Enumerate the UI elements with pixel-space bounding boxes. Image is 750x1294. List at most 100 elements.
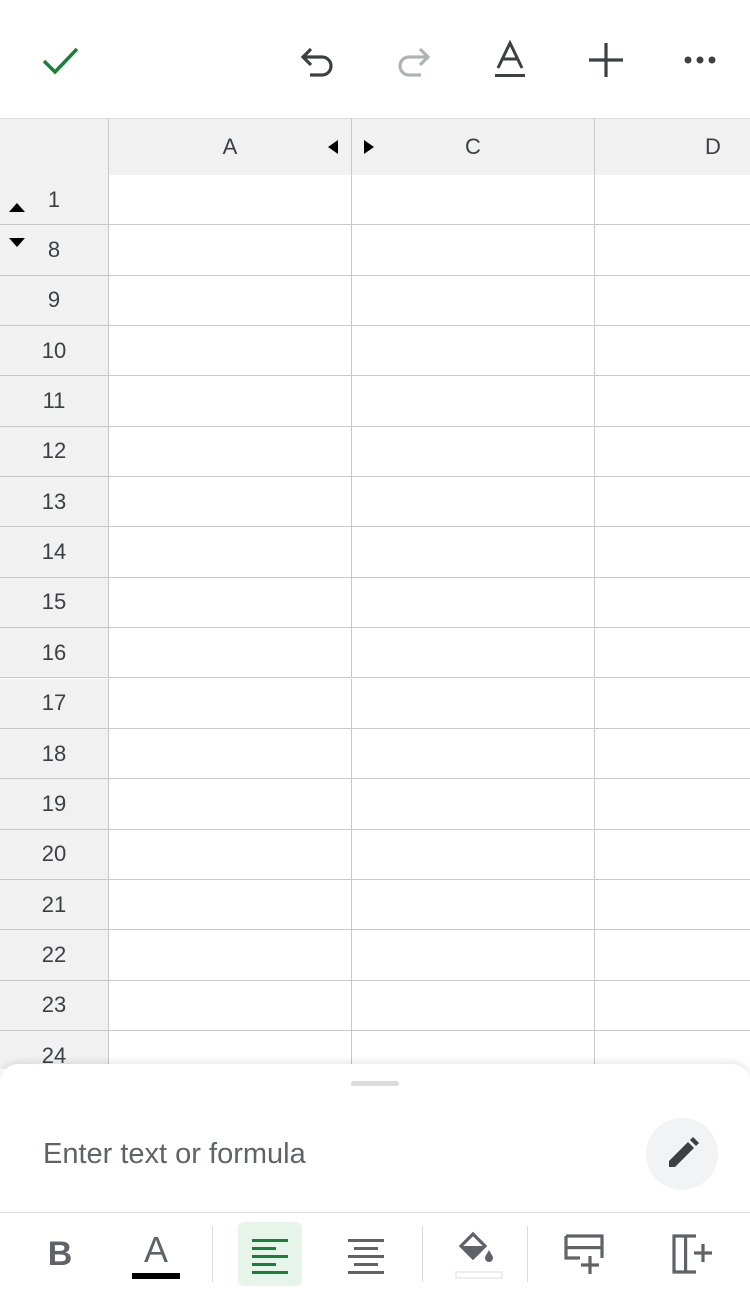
sheets-app: A C D 1 8 9 10 11 12 13 14 15 16 17 18 19 20 21 22 23 24 … [0, 0, 750, 1294]
edit-cell-button[interactable] [646, 1118, 718, 1190]
grid-cell[interactable] [352, 477, 595, 528]
bold-button[interactable]: B [28, 1222, 92, 1286]
grid-cell[interactable] [595, 326, 750, 377]
grid-cell[interactable] [352, 628, 595, 679]
grid-cell[interactable] [109, 527, 352, 578]
insert-column-button[interactable] [660, 1222, 724, 1286]
grid-cell[interactable] [595, 577, 750, 629]
row-header[interactable]: 20 [0, 829, 109, 880]
grid-cell[interactable] [109, 879, 352, 931]
row-header[interactable]: 18 [0, 728, 109, 780]
row-header[interactable]: 16 [0, 628, 109, 679]
grid-cell[interactable] [109, 980, 352, 1031]
grid-cell[interactable] [109, 628, 352, 679]
grid-cell[interactable] [352, 326, 595, 377]
redo-button[interactable] [383, 30, 443, 90]
unhide-column-right-icon[interactable] [364, 140, 374, 154]
insert-button[interactable] [576, 30, 636, 90]
grid-cell[interactable] [352, 426, 595, 478]
grid-cell[interactable] [109, 326, 352, 377]
formula-input[interactable]: Enter text or formula [43, 1136, 306, 1172]
grid-cell[interactable] [352, 930, 595, 981]
row-header[interactable]: 22 [0, 930, 109, 981]
more-options-button[interactable] [672, 30, 732, 90]
row-header[interactable]: 8 [0, 225, 109, 276]
separator [527, 1226, 528, 1282]
grid-cell[interactable] [595, 779, 750, 830]
row-header[interactable]: 11 [0, 376, 109, 427]
select-all-corner[interactable] [0, 119, 109, 175]
grid-cell[interactable] [352, 728, 595, 780]
row-header[interactable]: 19 [0, 779, 109, 830]
grid-cell[interactable] [595, 980, 750, 1031]
grid-cell[interactable] [595, 426, 750, 478]
grid-cell[interactable] [109, 678, 352, 729]
grid-cell[interactable] [595, 930, 750, 981]
grid-cell[interactable] [595, 275, 750, 327]
align-center-button[interactable] [334, 1222, 398, 1286]
grid-cell[interactable] [352, 527, 595, 578]
text-format-button[interactable] [480, 30, 540, 90]
insert-row-button[interactable] [552, 1222, 616, 1286]
row-header[interactable]: 21 [0, 879, 109, 931]
column-label: C [465, 134, 481, 159]
row-label: 22 [41, 941, 67, 967]
row-header[interactable]: 10 [0, 326, 109, 377]
grid-cell[interactable] [109, 225, 352, 276]
grid-cell[interactable] [595, 477, 750, 528]
grid-cell[interactable] [595, 225, 750, 276]
column-header-d[interactable]: D [595, 119, 750, 175]
row-header[interactable]: 17 [0, 678, 109, 729]
column-header-c[interactable]: C [352, 119, 595, 175]
row-header[interactable]: 15 [0, 577, 109, 629]
grid-cell[interactable] [595, 376, 750, 427]
grid-cell[interactable] [109, 930, 352, 981]
unhide-row-down-icon[interactable] [9, 238, 25, 247]
grid-cell[interactable] [109, 175, 352, 226]
grid-cell[interactable] [352, 879, 595, 931]
grid-cell[interactable] [109, 829, 352, 880]
row-label: 19 [41, 790, 67, 816]
grid-cell[interactable] [595, 175, 750, 226]
grid-cell[interactable] [352, 577, 595, 629]
grid-cell[interactable] [352, 779, 595, 830]
row-header[interactable]: 14 [0, 527, 109, 578]
grid-cell[interactable] [109, 577, 352, 629]
grid-cell[interactable] [352, 980, 595, 1031]
row-header[interactable]: 23 [0, 980, 109, 1031]
grid-cell[interactable] [109, 477, 352, 528]
grid-cell[interactable] [352, 175, 595, 226]
undo-button[interactable] [288, 30, 348, 90]
row-header[interactable]: 9 [0, 275, 109, 327]
grid-cell[interactable] [352, 829, 595, 880]
grid-cell[interactable] [109, 275, 352, 327]
grid-cell[interactable] [109, 376, 352, 427]
row-header[interactable]: 13 [0, 477, 109, 528]
grid-cell[interactable] [595, 527, 750, 578]
unhide-column-left-icon[interactable] [328, 140, 338, 154]
align-left-button[interactable] [238, 1222, 302, 1286]
grid-cell[interactable] [595, 678, 750, 729]
grid-cell[interactable] [352, 678, 595, 729]
add-icon [589, 43, 623, 77]
text-color-button[interactable]: A [124, 1222, 188, 1286]
grid-cell[interactable] [352, 275, 595, 327]
grid-cell[interactable] [352, 376, 595, 427]
grid-cell[interactable] [352, 225, 595, 276]
row-header[interactable]: 12 [0, 426, 109, 478]
grid-cell[interactable] [109, 728, 352, 780]
drag-handle[interactable] [351, 1081, 399, 1086]
align-center-icon [348, 1239, 384, 1274]
grid-cell[interactable] [595, 879, 750, 931]
fill-color-button[interactable] [443, 1222, 507, 1286]
done-button[interactable] [30, 30, 90, 90]
grid-cell[interactable] [595, 829, 750, 880]
row-header[interactable]: 1 [0, 175, 109, 226]
grid-cell[interactable] [595, 628, 750, 679]
separator [422, 1226, 423, 1282]
grid-cell[interactable] [109, 426, 352, 478]
unhide-row-up-icon[interactable] [9, 203, 25, 212]
grid-cell[interactable] [595, 728, 750, 780]
column-header-a[interactable]: A [109, 119, 352, 175]
grid-cell[interactable] [109, 779, 352, 830]
